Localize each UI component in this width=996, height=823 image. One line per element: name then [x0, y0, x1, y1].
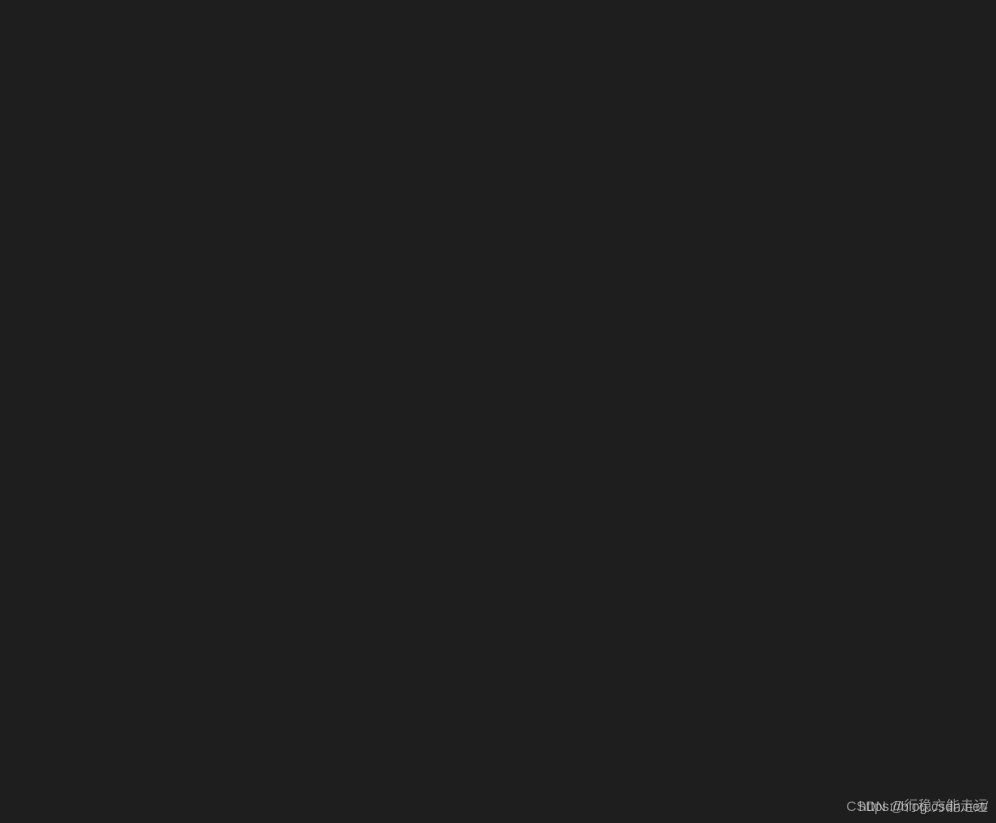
disasm-row-blank: [0, 558, 996, 578]
terminal-screen[interactable]: ────────────────────────────────────────…: [0, 0, 996, 823]
disasm-row[interactable]: ► 0x55555555471e <main+4> sub rsp, 0x30: [0, 206, 996, 226]
disasm-row[interactable]: 0x555555554722 <main+8> mov dword ptr [r…: [0, 265, 996, 285]
disasm-pane: ► 0x55555555471e <main+4> sub rsp, 0x30 …: [0, 167, 996, 823]
disasm-row[interactable]: 0x55555555473f <main+37> mov rdi, rax: [0, 792, 996, 812]
disasm-row[interactable]: 0x55555555472c <main+18> cdqe: [0, 382, 996, 402]
disasm-row[interactable]: 0x55555555473a <main+32> mov eax, dword …: [0, 675, 996, 695]
disasm-pane-header: ────────────────────────────────────────…: [0, 69, 996, 89]
disasm-row[interactable]: 0x555555554729 <main+15> mov eax, dword …: [0, 323, 996, 343]
disasm-row[interactable]: 0x555555554736 <main+28> mov qword ptr […: [0, 617, 996, 637]
disasm-row[interactable]: 0x555555554731 <main+23> call malloc@plt…: [0, 499, 996, 519]
disasm-row[interactable]: 0x55555555473d <main+35> cdqe: [0, 734, 996, 754]
disasm-row[interactable]: 0x55555555472e <main+20> mov rdi, rax: [0, 441, 996, 461]
